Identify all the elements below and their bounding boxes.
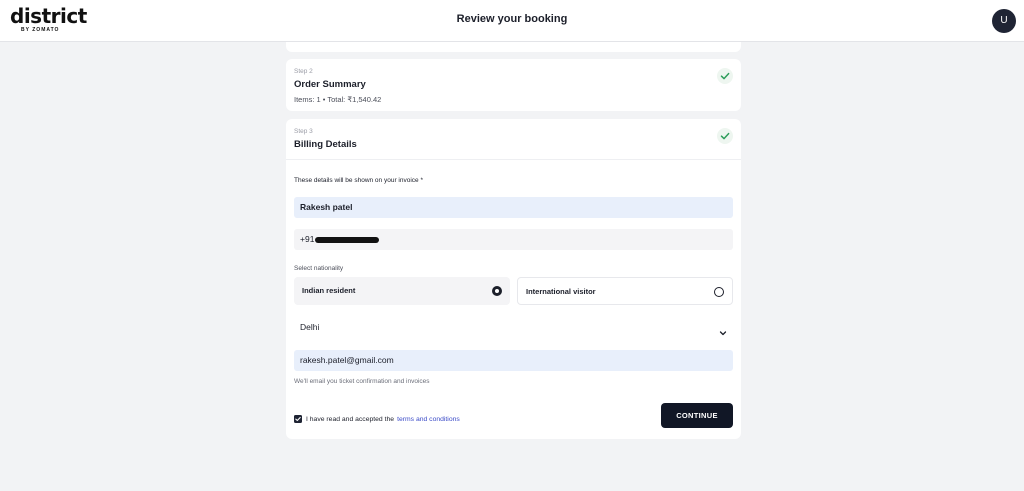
chevron-down-icon: [719, 324, 727, 345]
order-summary-card[interactable]: Step 2 Order Summary Items: 1 • Total: ₹…: [286, 59, 741, 111]
phone-prefix: +91: [300, 234, 315, 244]
radio-unchecked-icon[interactable]: [714, 287, 724, 297]
nationality-option-international[interactable]: International visitor: [517, 277, 733, 305]
section-divider: [286, 159, 741, 160]
continue-button[interactable]: CONTINUE: [661, 403, 733, 428]
email-input[interactable]: rakesh.patel@gmail.com: [294, 350, 733, 371]
order-summary-text: Items: 1 • Total: ₹1,540.42: [294, 95, 382, 104]
page-title: Review your booking: [456, 13, 568, 25]
terms-text: I have read and accepted the: [306, 415, 395, 423]
email-note: We'll email you ticket confirmation and …: [294, 378, 430, 385]
state-value: Delhi: [300, 322, 320, 332]
email-value: rakesh.patel@gmail.com: [300, 355, 394, 365]
step-label: Step 3: [294, 128, 313, 135]
nationality-label: Select nationality: [294, 265, 344, 272]
option-label: International visitor: [526, 287, 596, 296]
terms-row: I have read and accepted the terms and c…: [294, 415, 460, 423]
option-label: Indian resident: [302, 286, 356, 295]
invoice-note: These details will be shown on your invo…: [294, 177, 423, 184]
order-summary-title: Order Summary: [294, 79, 366, 90]
check-icon: [717, 128, 733, 144]
step-label: Step 2: [294, 68, 313, 75]
top-header: district BY ZOMATO Review your booking U: [0, 0, 1024, 42]
phone-redaction: [315, 236, 380, 243]
name-input[interactable]: Rakesh patel: [294, 197, 733, 218]
phone-input[interactable]: +91: [294, 229, 733, 250]
radio-checked-icon[interactable]: [492, 286, 502, 296]
billing-details-title: Billing Details: [294, 139, 357, 150]
name-value: Rakesh patel: [300, 202, 353, 212]
step-1-card[interactable]: [286, 42, 741, 52]
user-avatar[interactable]: U: [992, 9, 1016, 33]
state-select[interactable]: Delhi: [294, 317, 733, 338]
terms-link[interactable]: terms and conditions: [397, 416, 460, 423]
nationality-option-indian[interactable]: Indian resident: [294, 277, 510, 305]
check-icon: [717, 68, 733, 84]
billing-details-card: Step 3 Billing Details These details wil…: [286, 119, 741, 439]
terms-checkbox[interactable]: [294, 415, 302, 423]
